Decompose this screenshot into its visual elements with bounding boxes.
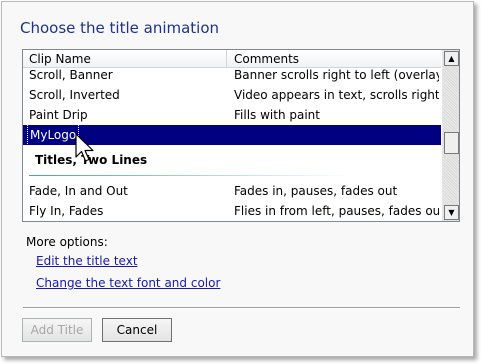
group-divider — [29, 175, 349, 176]
clip-name: Fade, In and Out — [29, 184, 128, 198]
scroll-up-button[interactable]: ▲ — [444, 51, 459, 66]
list-item[interactable]: Fade, In and Out Fades in, pauses, fades… — [23, 181, 441, 201]
clip-name: Scroll, Inverted — [29, 88, 120, 102]
dialog-title: Choose the title animation — [20, 19, 220, 37]
clip-comment: Fades in, pauses, fades out — [234, 184, 398, 198]
vertical-scrollbar[interactable]: ▲ ▼ — [442, 50, 459, 221]
edit-title-text-link[interactable]: Edit the title text — [36, 254, 138, 268]
cancel-button[interactable]: Cancel — [102, 318, 172, 342]
add-title-button[interactable]: Add Title — [22, 318, 92, 342]
arrow-up-icon: ▲ — [448, 54, 455, 63]
divider — [23, 307, 460, 309]
clip-comment: Banner scrolls right to left (overlay) — [234, 68, 439, 82]
change-font-color-link[interactable]: Change the text font and color — [36, 276, 220, 290]
clip-comment: Fills with paint — [234, 108, 320, 122]
scrollbar-thumb[interactable] — [444, 132, 459, 154]
clip-comment: Flies in from left, pauses, fades out — [234, 204, 439, 218]
list-item[interactable]: Fly In, Fades Flies in from left, pauses… — [23, 201, 441, 221]
mouse-pointer-icon — [75, 133, 94, 162]
list-item[interactable]: Paint Drip Fills with paint — [23, 105, 441, 125]
list-item[interactable]: Scroll, Inverted Video appears in text, … — [23, 85, 441, 105]
clip-name: Scroll, Banner — [29, 68, 113, 82]
scroll-down-button[interactable]: ▼ — [444, 205, 459, 220]
more-options-label: More options: — [26, 235, 108, 249]
title-animation-dialog: Choose the title animation Clip Name Com… — [1, 1, 474, 357]
clip-name: Fly In, Fades — [29, 204, 104, 218]
list-item[interactable]: Scroll, Banner Banner scrolls right to l… — [23, 65, 441, 85]
arrow-down-icon: ▼ — [448, 208, 455, 217]
clip-name: Paint Drip — [29, 108, 88, 122]
clip-comment: Video appears in text, scrolls right to … — [234, 88, 439, 102]
clip-name: MyLogo — [26, 124, 80, 146]
